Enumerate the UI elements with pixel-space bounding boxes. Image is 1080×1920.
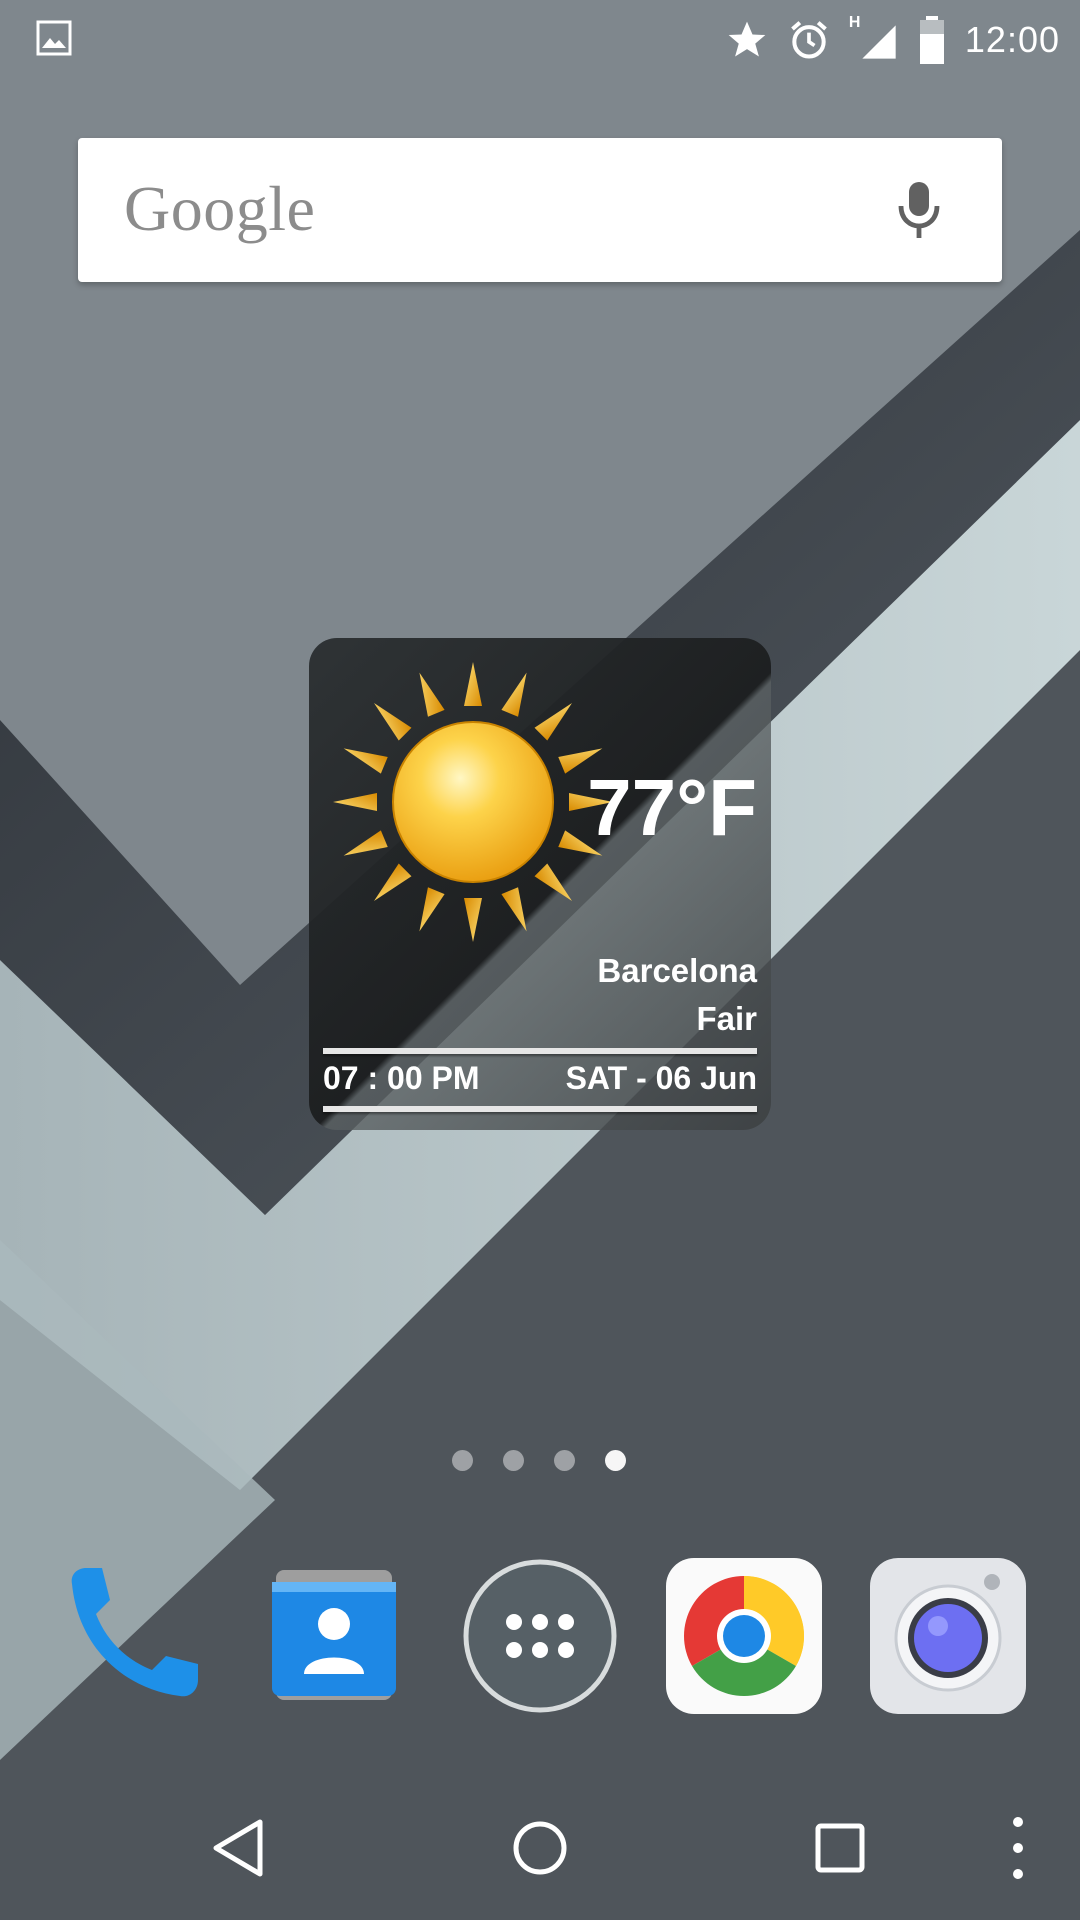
chrome-icon[interactable]	[664, 1556, 824, 1716]
mic-icon[interactable]	[894, 178, 944, 242]
dock-contacts[interactable]	[254, 1556, 414, 1716]
battery-icon	[919, 16, 944, 64]
home-icon[interactable]	[500, 1808, 580, 1888]
signal-icon	[862, 25, 896, 59]
page-dot	[452, 1450, 473, 1471]
dock-camera[interactable]	[868, 1556, 1028, 1716]
signal-indicator: H	[849, 14, 899, 62]
nav-back-button[interactable]	[200, 1808, 280, 1888]
weather-temperature: 77°F	[587, 763, 757, 852]
page-dot	[503, 1450, 524, 1471]
status-bar: H 12:00	[0, 0, 1080, 80]
alarm-icon	[791, 21, 827, 59]
nav-home-button[interactable]	[500, 1808, 580, 1888]
dock-chrome[interactable]	[664, 1556, 824, 1716]
nav-recents-button[interactable]	[800, 1808, 880, 1888]
weather-time: 07 : 00 PM	[323, 1060, 480, 1096]
overflow-menu-icon[interactable]	[980, 1808, 1040, 1888]
nav-overflow-button[interactable]	[980, 1808, 1040, 1888]
page-indicator	[452, 1450, 626, 1471]
sun-icon	[333, 662, 613, 942]
weather-condition: Fair	[696, 1000, 757, 1037]
contacts-icon[interactable]	[254, 1556, 414, 1716]
dock-app-drawer[interactable]	[460, 1556, 620, 1716]
weather-widget[interactable]: 77°F Barcelona Fair 07 : 00 PM SAT - 06 …	[309, 638, 771, 1130]
status-clock: 12:00	[964, 19, 1060, 60]
gallery-icon	[36, 20, 72, 56]
recents-icon[interactable]	[800, 1808, 880, 1888]
weather-date: SAT - 06 Jun	[565, 1060, 757, 1096]
google-logo: Google	[124, 173, 316, 244]
divider-top	[323, 1048, 757, 1054]
dock-phone[interactable]	[50, 1556, 210, 1716]
divider-bottom	[323, 1106, 757, 1112]
star-icon	[728, 21, 766, 57]
weather-city: Barcelona	[597, 952, 757, 989]
app-drawer-icon[interactable]	[460, 1556, 620, 1716]
page-dot	[554, 1450, 575, 1471]
google-search-bar[interactable]: Google	[78, 138, 1002, 282]
phone-icon[interactable]	[50, 1556, 210, 1716]
back-icon[interactable]	[200, 1808, 280, 1888]
page-dot-active	[605, 1450, 626, 1471]
camera-icon[interactable]	[868, 1556, 1028, 1716]
